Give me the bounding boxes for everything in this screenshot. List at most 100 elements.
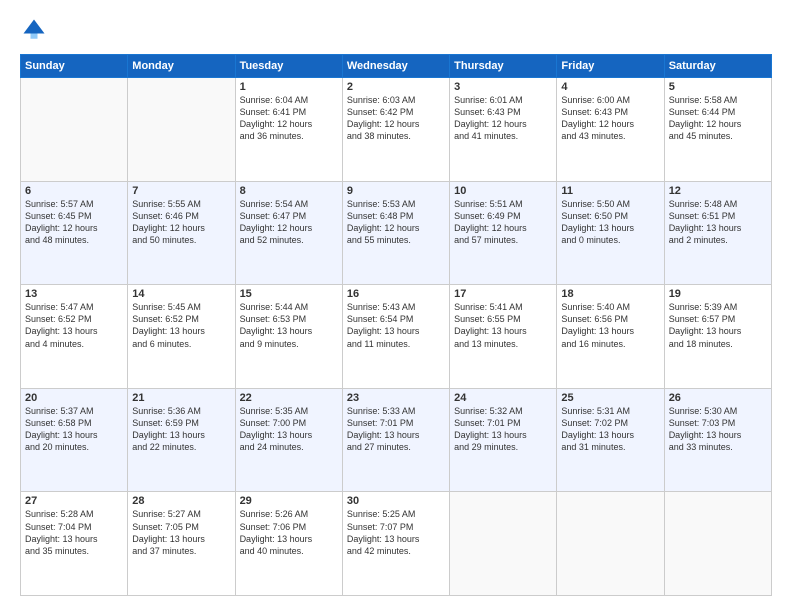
day-info: Sunrise: 5:45 AM Sunset: 6:52 PM Dayligh… [132,301,230,350]
day-info: Sunrise: 5:28 AM Sunset: 7:04 PM Dayligh… [25,508,123,557]
day-info: Sunrise: 6:03 AM Sunset: 6:42 PM Dayligh… [347,94,445,143]
day-number: 4 [561,81,659,93]
calendar-cell: 25Sunrise: 5:31 AM Sunset: 7:02 PM Dayli… [557,388,664,492]
header-row: SundayMondayTuesdayWednesdayThursdayFrid… [21,55,772,78]
day-number: 3 [454,81,552,93]
col-header-monday: Monday [128,55,235,78]
calendar-cell: 30Sunrise: 5:25 AM Sunset: 7:07 PM Dayli… [342,492,449,596]
day-number: 13 [25,288,123,300]
week-row-2: 6Sunrise: 5:57 AM Sunset: 6:45 PM Daylig… [21,181,772,285]
day-number: 5 [669,81,767,93]
day-number: 29 [240,495,338,507]
week-row-1: 1Sunrise: 6:04 AM Sunset: 6:41 PM Daylig… [21,78,772,182]
calendar-cell: 18Sunrise: 5:40 AM Sunset: 6:56 PM Dayli… [557,285,664,389]
week-row-3: 13Sunrise: 5:47 AM Sunset: 6:52 PM Dayli… [21,285,772,389]
day-number: 19 [669,288,767,300]
day-number: 24 [454,392,552,404]
day-number: 21 [132,392,230,404]
calendar-cell [664,492,771,596]
day-info: Sunrise: 5:53 AM Sunset: 6:48 PM Dayligh… [347,198,445,247]
col-header-friday: Friday [557,55,664,78]
calendar-cell: 23Sunrise: 5:33 AM Sunset: 7:01 PM Dayli… [342,388,449,492]
col-header-saturday: Saturday [664,55,771,78]
day-info: Sunrise: 5:37 AM Sunset: 6:58 PM Dayligh… [25,405,123,454]
day-info: Sunrise: 5:41 AM Sunset: 6:55 PM Dayligh… [454,301,552,350]
day-info: Sunrise: 5:54 AM Sunset: 6:47 PM Dayligh… [240,198,338,247]
calendar-cell: 24Sunrise: 5:32 AM Sunset: 7:01 PM Dayli… [450,388,557,492]
day-number: 25 [561,392,659,404]
calendar-cell [450,492,557,596]
calendar-cell: 11Sunrise: 5:50 AM Sunset: 6:50 PM Dayli… [557,181,664,285]
day-number: 7 [132,185,230,197]
calendar-cell: 6Sunrise: 5:57 AM Sunset: 6:45 PM Daylig… [21,181,128,285]
day-info: Sunrise: 5:27 AM Sunset: 7:05 PM Dayligh… [132,508,230,557]
calendar-cell: 2Sunrise: 6:03 AM Sunset: 6:42 PM Daylig… [342,78,449,182]
calendar-cell: 22Sunrise: 5:35 AM Sunset: 7:00 PM Dayli… [235,388,342,492]
day-info: Sunrise: 5:30 AM Sunset: 7:03 PM Dayligh… [669,405,767,454]
calendar-cell: 14Sunrise: 5:45 AM Sunset: 6:52 PM Dayli… [128,285,235,389]
calendar-cell: 19Sunrise: 5:39 AM Sunset: 6:57 PM Dayli… [664,285,771,389]
day-number: 8 [240,185,338,197]
day-number: 16 [347,288,445,300]
logo [20,16,52,44]
day-number: 27 [25,495,123,507]
day-number: 30 [347,495,445,507]
calendar-cell: 7Sunrise: 5:55 AM Sunset: 6:46 PM Daylig… [128,181,235,285]
calendar-cell: 16Sunrise: 5:43 AM Sunset: 6:54 PM Dayli… [342,285,449,389]
day-info: Sunrise: 6:00 AM Sunset: 6:43 PM Dayligh… [561,94,659,143]
day-number: 10 [454,185,552,197]
day-number: 14 [132,288,230,300]
day-number: 15 [240,288,338,300]
day-info: Sunrise: 5:50 AM Sunset: 6:50 PM Dayligh… [561,198,659,247]
day-number: 2 [347,81,445,93]
day-number: 22 [240,392,338,404]
day-number: 23 [347,392,445,404]
calendar-cell [21,78,128,182]
calendar-cell [128,78,235,182]
day-info: Sunrise: 5:35 AM Sunset: 7:00 PM Dayligh… [240,405,338,454]
day-info: Sunrise: 5:48 AM Sunset: 6:51 PM Dayligh… [669,198,767,247]
day-number: 28 [132,495,230,507]
week-row-5: 27Sunrise: 5:28 AM Sunset: 7:04 PM Dayli… [21,492,772,596]
day-info: Sunrise: 5:39 AM Sunset: 6:57 PM Dayligh… [669,301,767,350]
day-info: Sunrise: 5:58 AM Sunset: 6:44 PM Dayligh… [669,94,767,143]
calendar-cell: 15Sunrise: 5:44 AM Sunset: 6:53 PM Dayli… [235,285,342,389]
day-info: Sunrise: 6:04 AM Sunset: 6:41 PM Dayligh… [240,94,338,143]
day-info: Sunrise: 6:01 AM Sunset: 6:43 PM Dayligh… [454,94,552,143]
day-number: 9 [347,185,445,197]
day-info: Sunrise: 5:40 AM Sunset: 6:56 PM Dayligh… [561,301,659,350]
calendar-cell: 13Sunrise: 5:47 AM Sunset: 6:52 PM Dayli… [21,285,128,389]
day-number: 18 [561,288,659,300]
calendar-cell [557,492,664,596]
calendar-cell: 20Sunrise: 5:37 AM Sunset: 6:58 PM Dayli… [21,388,128,492]
week-row-4: 20Sunrise: 5:37 AM Sunset: 6:58 PM Dayli… [21,388,772,492]
day-info: Sunrise: 5:47 AM Sunset: 6:52 PM Dayligh… [25,301,123,350]
calendar-cell: 21Sunrise: 5:36 AM Sunset: 6:59 PM Dayli… [128,388,235,492]
calendar-cell: 9Sunrise: 5:53 AM Sunset: 6:48 PM Daylig… [342,181,449,285]
calendar-cell: 3Sunrise: 6:01 AM Sunset: 6:43 PM Daylig… [450,78,557,182]
calendar-cell: 10Sunrise: 5:51 AM Sunset: 6:49 PM Dayli… [450,181,557,285]
day-number: 17 [454,288,552,300]
day-info: Sunrise: 5:26 AM Sunset: 7:06 PM Dayligh… [240,508,338,557]
calendar-cell: 5Sunrise: 5:58 AM Sunset: 6:44 PM Daylig… [664,78,771,182]
day-number: 6 [25,185,123,197]
day-info: Sunrise: 5:57 AM Sunset: 6:45 PM Dayligh… [25,198,123,247]
day-info: Sunrise: 5:55 AM Sunset: 6:46 PM Dayligh… [132,198,230,247]
header [20,16,772,44]
day-number: 20 [25,392,123,404]
calendar-cell: 29Sunrise: 5:26 AM Sunset: 7:06 PM Dayli… [235,492,342,596]
page: SundayMondayTuesdayWednesdayThursdayFrid… [0,0,792,612]
day-info: Sunrise: 5:51 AM Sunset: 6:49 PM Dayligh… [454,198,552,247]
calendar-table: SundayMondayTuesdayWednesdayThursdayFrid… [20,54,772,596]
calendar-cell: 27Sunrise: 5:28 AM Sunset: 7:04 PM Dayli… [21,492,128,596]
day-info: Sunrise: 5:44 AM Sunset: 6:53 PM Dayligh… [240,301,338,350]
day-info: Sunrise: 5:43 AM Sunset: 6:54 PM Dayligh… [347,301,445,350]
day-info: Sunrise: 5:25 AM Sunset: 7:07 PM Dayligh… [347,508,445,557]
calendar-cell: 8Sunrise: 5:54 AM Sunset: 6:47 PM Daylig… [235,181,342,285]
calendar-cell: 4Sunrise: 6:00 AM Sunset: 6:43 PM Daylig… [557,78,664,182]
calendar-cell: 26Sunrise: 5:30 AM Sunset: 7:03 PM Dayli… [664,388,771,492]
col-header-sunday: Sunday [21,55,128,78]
day-info: Sunrise: 5:31 AM Sunset: 7:02 PM Dayligh… [561,405,659,454]
day-number: 26 [669,392,767,404]
calendar-cell: 28Sunrise: 5:27 AM Sunset: 7:05 PM Dayli… [128,492,235,596]
